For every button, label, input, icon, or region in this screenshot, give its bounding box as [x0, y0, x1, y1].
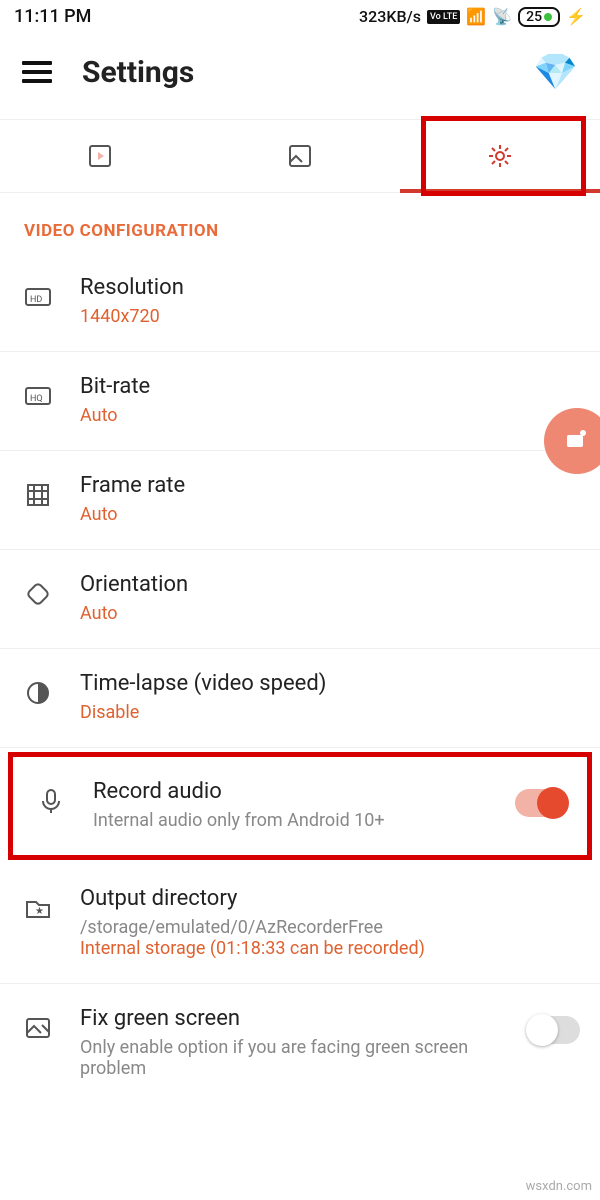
orientation-value: Auto	[80, 603, 580, 624]
charging-icon: ⚡	[566, 7, 586, 26]
bitrate-label: Bit-rate	[80, 374, 580, 399]
section-video-config: VIDEO CONFIGURATION	[0, 193, 600, 253]
fixgreen-label: Fix green screen	[80, 1006, 504, 1031]
status-netspeed: 323KB/s	[359, 7, 421, 26]
svg-text:HQ: HQ	[30, 394, 43, 404]
status-bar: 11:11 PM 323KB/s Vo LTE 📶 📡 25 ⚡	[0, 0, 600, 33]
resolution-value: 1440x720	[80, 306, 580, 327]
outputdir-path: /storage/emulated/0/AzRecorderFree	[80, 917, 580, 938]
camera-icon	[563, 427, 591, 455]
tab-bar	[0, 119, 600, 193]
play-box-icon	[86, 142, 114, 170]
item-output-directory[interactable]: ★ Output directory /storage/emulated/0/A…	[0, 864, 600, 984]
film-icon	[20, 477, 56, 513]
menu-icon[interactable]	[22, 61, 52, 83]
recordaudio-label: Record audio	[93, 779, 491, 804]
page-title: Settings	[82, 55, 194, 90]
item-orientation[interactable]: Orientation Auto	[0, 550, 600, 649]
rotate-icon	[20, 576, 56, 612]
image-icon	[286, 142, 314, 170]
orientation-label: Orientation	[80, 572, 580, 597]
item-record-audio[interactable]: Record audio Internal audio only from An…	[8, 752, 592, 860]
folder-star-icon: ★	[20, 890, 56, 926]
item-fix-green[interactable]: Fix green screen Only enable option if y…	[0, 984, 600, 1103]
outputdir-extra: Internal storage (01:18:33 can be record…	[80, 938, 580, 959]
hd-icon: HD	[20, 279, 56, 315]
watermark: wsxdn.com	[526, 1179, 592, 1194]
fixgreen-toggle[interactable]	[528, 1016, 580, 1044]
recordaudio-sub: Internal audio only from Android 10+	[93, 810, 491, 831]
wifi-icon: 📡	[492, 7, 512, 26]
tab-underline	[400, 189, 600, 193]
app-header: Settings 💎	[0, 33, 600, 113]
framerate-value: Auto	[80, 504, 580, 525]
timelapse-value: Disable	[80, 702, 580, 723]
resolution-label: Resolution	[80, 275, 580, 300]
bitrate-value: Auto	[80, 405, 580, 426]
volte-icon: Vo LTE	[427, 10, 460, 24]
item-resolution[interactable]: HD Resolution 1440x720	[0, 253, 600, 352]
framerate-label: Frame rate	[80, 473, 580, 498]
outputdir-label: Output directory	[80, 886, 580, 911]
item-framerate[interactable]: Frame rate Auto	[0, 451, 600, 550]
gear-icon	[486, 142, 514, 170]
status-time: 11:11 PM	[14, 6, 91, 27]
tab-settings[interactable]	[400, 120, 600, 192]
premium-icon[interactable]: 💎	[533, 51, 578, 93]
battery-indicator: 25	[518, 7, 560, 27]
timelapse-icon	[20, 675, 56, 711]
mic-icon	[33, 783, 69, 819]
tab-videos[interactable]	[0, 120, 200, 192]
signal-icon: 📶	[466, 7, 486, 26]
svg-text:★: ★	[35, 906, 44, 917]
fixgreen-sub: Only enable option if you are facing gre…	[80, 1037, 504, 1079]
image2-icon	[20, 1010, 56, 1046]
tab-images[interactable]	[200, 120, 400, 192]
timelapse-label: Time-lapse (video speed)	[80, 671, 580, 696]
hq-icon: HQ	[20, 378, 56, 414]
svg-text:HD: HD	[30, 295, 42, 305]
item-timelapse[interactable]: Time-lapse (video speed) Disable	[0, 649, 600, 748]
item-bitrate[interactable]: HQ Bit-rate Auto	[0, 352, 600, 451]
recordaudio-toggle[interactable]	[515, 789, 567, 817]
